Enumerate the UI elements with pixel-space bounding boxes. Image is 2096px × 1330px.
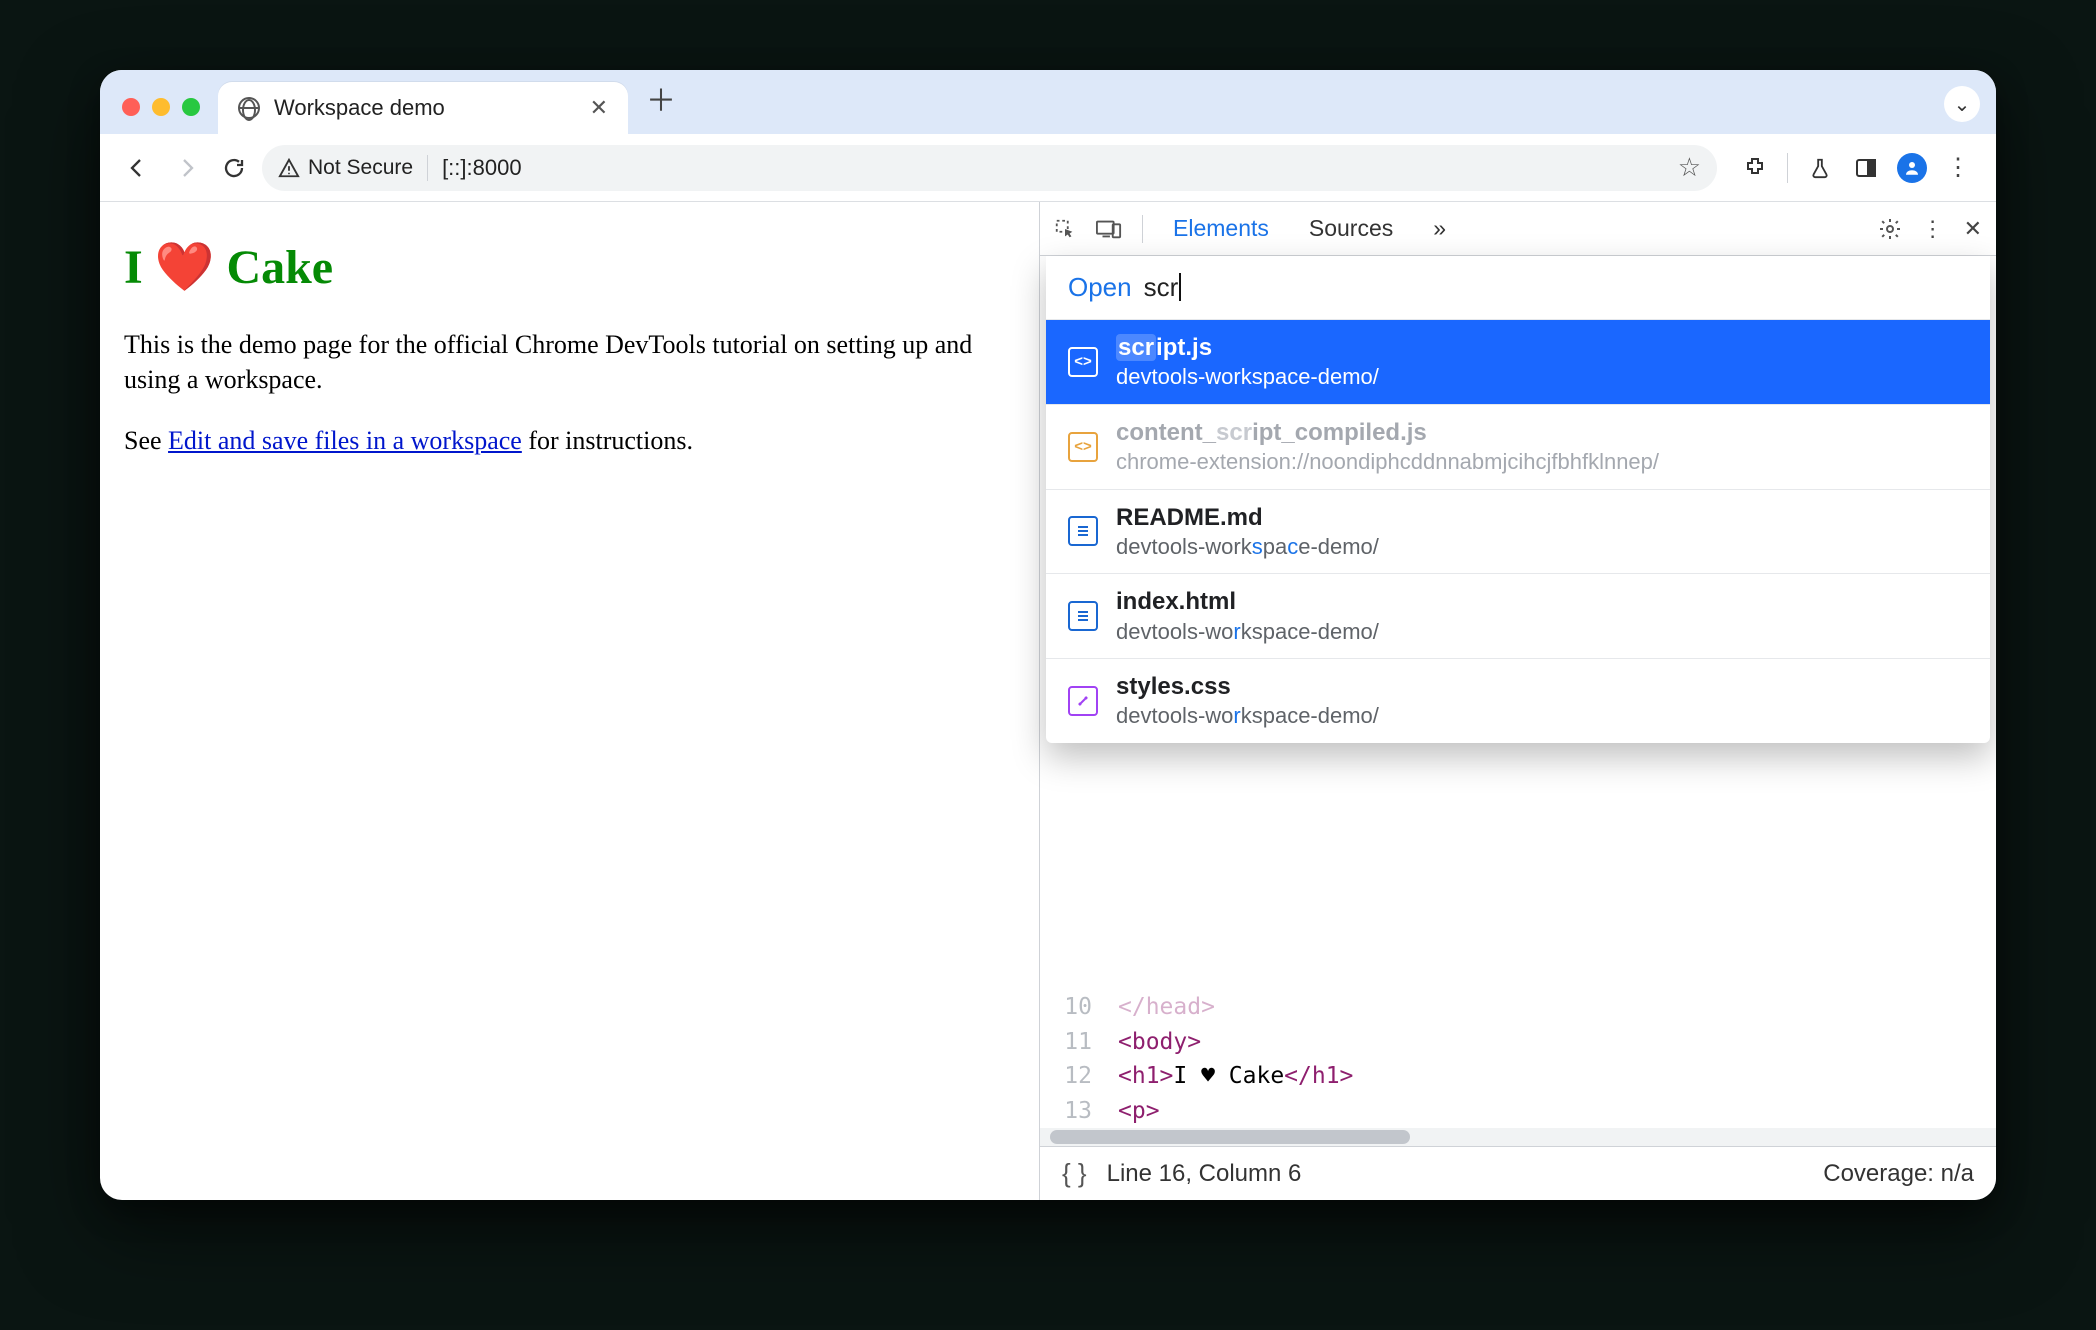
tab-more[interactable]: » (1423, 215, 1456, 242)
stylesheet-file-icon (1068, 686, 1098, 716)
devtools-tabbar: Elements Sources » ⋮ ✕ (1040, 202, 1996, 256)
devtools-panel: Elements Sources » ⋮ ✕ Open scr <> (1040, 202, 1996, 1200)
result-row[interactable]: styles.css devtools-workspace-demo/ (1046, 658, 1990, 743)
inspect-icon[interactable] (1054, 218, 1076, 240)
open-query-text: scr (1144, 272, 1182, 303)
line-number: 12 (1040, 1059, 1100, 1094)
result-path: devtools-workspace-demo/ (1116, 618, 1379, 647)
globe-icon (238, 97, 260, 119)
toolbar: Not Secure [::]:8000 ☆ ⋮ (100, 134, 1996, 202)
open-label: Open (1068, 272, 1132, 303)
close-tab-button[interactable]: ✕ (590, 97, 608, 119)
text: for instructions. (522, 426, 693, 455)
result-row[interactable]: index.html devtools-workspace-demo/ (1046, 573, 1990, 658)
horizontal-scrollbar[interactable] (1040, 1128, 1996, 1146)
content-area: I ❤️ Cake This is the demo page for the … (100, 202, 1996, 1200)
text-cursor (1179, 273, 1181, 301)
result-name: index.html (1116, 586, 1379, 617)
security-label: Not Secure (308, 156, 413, 180)
line-number: 13 (1040, 1094, 1100, 1129)
window-controls (122, 98, 200, 116)
kebab-icon[interactable]: ⋮ (1922, 216, 1944, 242)
line-number: 10 (1040, 990, 1100, 1025)
back-button[interactable] (118, 148, 158, 188)
browser-window: Workspace demo ✕ ＋ ⌄ Not Secure [::]:800… (100, 70, 1996, 1200)
result-row[interactable]: README.md devtools-workspace-demo/ (1046, 489, 1990, 574)
tab-elements[interactable]: Elements (1163, 215, 1279, 242)
result-name: content_script_compiled.js (1116, 417, 1659, 448)
editor-statusbar: { } Line 16, Column 6 Coverage: n/a (1040, 1146, 1996, 1200)
menu-button[interactable]: ⋮ (1938, 148, 1978, 188)
open-file-results: <> script.js devtools-workspace-demo/ <>… (1046, 319, 1990, 743)
code-text: <h1>I ♥ Cake</h1> (1118, 1059, 1353, 1094)
result-row[interactable]: <> script.js devtools-workspace-demo/ (1046, 319, 1990, 404)
url-text: [::]:8000 (442, 155, 522, 181)
script-file-icon: <> (1068, 347, 1098, 377)
open-file-search[interactable]: Open scr (1046, 256, 1990, 319)
tab-sources[interactable]: Sources (1299, 215, 1403, 242)
bookmark-icon[interactable]: ☆ (1678, 152, 1701, 183)
page-instructions: See Edit and save files in a workspace f… (124, 423, 1015, 458)
cursor-position: Line 16, Column 6 (1107, 1160, 1302, 1188)
extensions-icon[interactable] (1735, 148, 1775, 188)
result-path: devtools-workspace-demo/ (1116, 533, 1379, 562)
page-heading: I ❤️ Cake (124, 236, 1015, 301)
document-file-icon (1068, 601, 1098, 631)
tab-title: Workspace demo (274, 95, 445, 121)
result-path: devtools-workspace-demo/ (1116, 363, 1379, 392)
gear-icon[interactable] (1878, 217, 1902, 241)
profile-button[interactable] (1892, 148, 1932, 188)
scrollbar-thumb[interactable] (1050, 1130, 1410, 1144)
device-toolbar-icon[interactable] (1096, 218, 1122, 240)
page-intro: This is the demo page for the official C… (124, 327, 1015, 397)
result-row[interactable]: <> content_script_compiled.js chrome-ext… (1046, 404, 1990, 489)
pretty-print-icon[interactable]: { } (1062, 1158, 1087, 1189)
line-number: 11 (1040, 1025, 1100, 1060)
result-name: README.md (1116, 502, 1379, 533)
tab-search-button[interactable]: ⌄ (1944, 86, 1980, 122)
minimize-window-button[interactable] (152, 98, 170, 116)
close-window-button[interactable] (122, 98, 140, 116)
separator (427, 155, 428, 181)
result-name: script.js (1116, 332, 1379, 363)
coverage-status: Coverage: n/a (1823, 1160, 1974, 1188)
code-text: </head> (1118, 990, 1215, 1025)
result-path: chrome-extension://noondiphcddnnabmjcihc… (1116, 448, 1659, 477)
reload-button[interactable] (214, 148, 254, 188)
text: See (124, 426, 168, 455)
avatar-icon (1897, 153, 1927, 183)
code-lines: 10</head> 11<body> 12 <h1>I ♥ Cake</h1> … (1040, 984, 1996, 1128)
code-text: <body> (1118, 1025, 1201, 1060)
open-file-dialog: Open scr <> script.js devtools-workspace… (1046, 256, 1990, 743)
result-name: styles.css (1116, 671, 1379, 702)
forward-button[interactable] (166, 148, 206, 188)
result-path: devtools-workspace-demo/ (1116, 702, 1379, 731)
close-devtools-button[interactable]: ✕ (1964, 216, 1982, 242)
workspace-tutorial-link[interactable]: Edit and save files in a workspace (168, 426, 522, 455)
zoom-window-button[interactable] (182, 98, 200, 116)
side-panel-icon[interactable] (1846, 148, 1886, 188)
new-tab-button[interactable]: ＋ (646, 76, 676, 120)
address-bar[interactable]: Not Secure [::]:8000 ☆ (262, 145, 1717, 191)
code-text: <p> (1118, 1094, 1160, 1129)
titlebar: Workspace demo ✕ ＋ ⌄ (100, 70, 1996, 134)
separator (1787, 153, 1788, 183)
labs-icon[interactable] (1800, 148, 1840, 188)
toolbar-right: ⋮ (1735, 148, 1978, 188)
page-viewport: I ❤️ Cake This is the demo page for the … (100, 202, 1040, 1200)
security-chip[interactable]: Not Secure (278, 156, 413, 180)
browser-tab[interactable]: Workspace demo ✕ (218, 82, 628, 134)
document-file-icon (1068, 516, 1098, 546)
script-file-icon: <> (1068, 432, 1098, 462)
separator (1142, 215, 1143, 243)
